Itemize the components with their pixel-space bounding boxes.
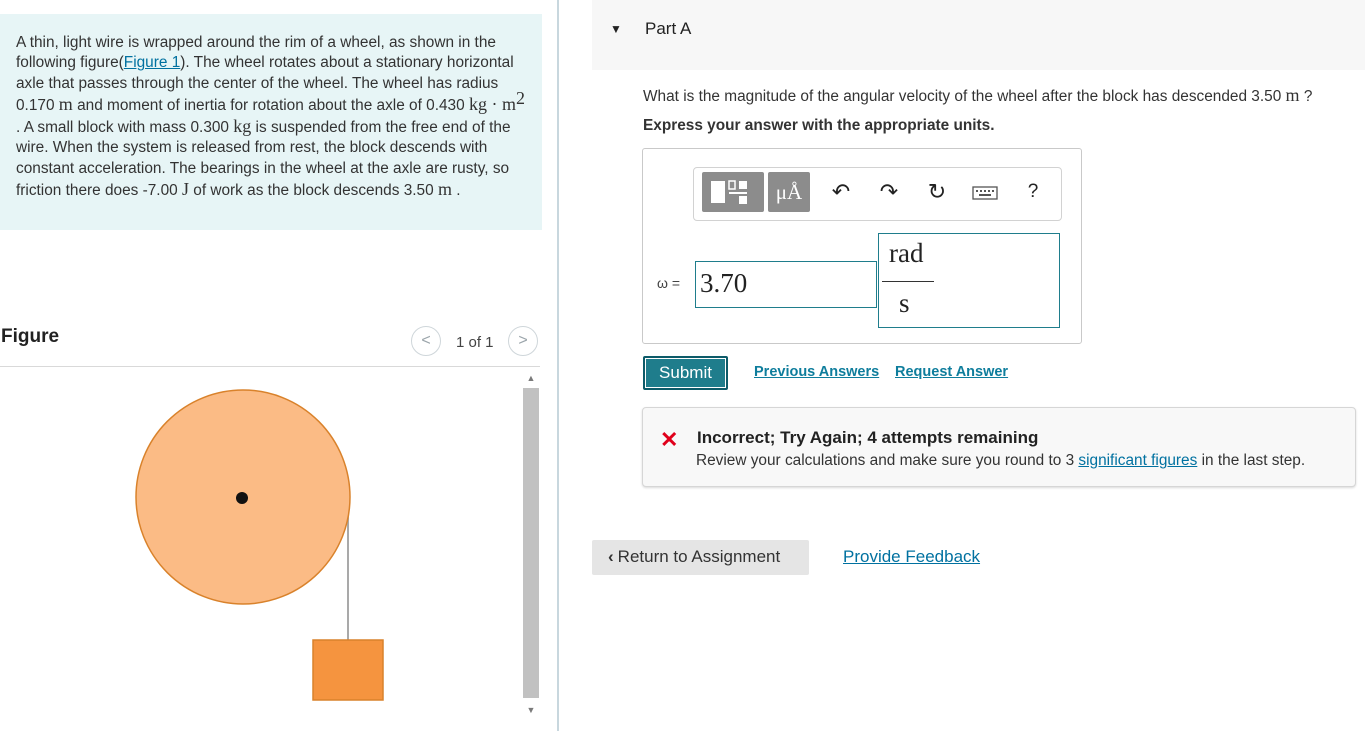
problem-text-segment: of work as the block descends 3.50: [188, 182, 438, 200]
wheel-figure: [135, 389, 384, 701]
chevron-left-icon: <: [421, 332, 431, 349]
unit-symbol: m: [58, 93, 73, 114]
part-title[interactable]: Part A: [645, 19, 691, 39]
axle: [236, 492, 248, 504]
figure-link[interactable]: Figure 1: [124, 54, 180, 71]
superscript: 2: [515, 87, 525, 108]
question-segment: ?: [1299, 88, 1313, 105]
pane-divider[interactable]: [557, 0, 559, 731]
feedback-title: Incorrect; Try Again; 4 attempts remaini…: [697, 428, 1039, 447]
question-segment: What is the magnitude of the angular vel…: [643, 88, 1286, 105]
answer-instructions: Express your answer with the appropriate…: [643, 117, 995, 134]
templates-button[interactable]: [702, 172, 764, 212]
unit-numerator: rad: [889, 238, 924, 268]
scrollbar-thumb[interactable]: [523, 388, 539, 698]
variable-label: ω =: [657, 275, 680, 291]
significant-figures-link[interactable]: significant figures: [1078, 452, 1197, 469]
figure-pager: 1 of 1: [456, 334, 494, 351]
fraction-bar: [882, 281, 934, 282]
keyboard-icon[interactable]: [970, 172, 1000, 212]
problem-text: A thin, light wire is wrapped around the…: [16, 33, 528, 201]
unit-denominator: s: [899, 288, 910, 318]
chevron-left-icon: ‹: [608, 547, 614, 566]
unit-symbol: J: [181, 179, 189, 200]
reset-icon[interactable]: ↻: [922, 172, 952, 212]
chevron-right-icon: >: [518, 332, 528, 349]
units-button[interactable]: μÅ: [768, 172, 810, 212]
problem-text-segment: and moment of inertia for rotation about…: [72, 96, 469, 114]
return-label: Return to Assignment: [617, 547, 781, 566]
problem-text-segment: . A small block with mass 0.300: [16, 119, 234, 137]
help-icon[interactable]: ?: [1018, 172, 1048, 212]
unit-symbol: kg · m: [468, 93, 516, 114]
question-text: What is the magnitude of the angular vel…: [643, 85, 1312, 106]
undo-icon[interactable]: ↶: [826, 172, 856, 212]
incorrect-icon: ✕: [660, 427, 679, 452]
templates-icon: [711, 180, 747, 204]
part-header[interactable]: [592, 0, 1365, 70]
collapse-caret-icon[interactable]: ▼: [610, 22, 622, 36]
scroll-up-arrow[interactable]: ▲: [523, 371, 539, 385]
provide-feedback-link[interactable]: Provide Feedback: [843, 547, 980, 567]
unit-symbol: m: [1285, 85, 1300, 105]
return-to-assignment-button[interactable]: ‹ Return to Assignment: [592, 540, 809, 575]
feedback-segment: in the last step.: [1197, 452, 1306, 469]
problem-text-segment: .: [451, 182, 461, 200]
unit-symbol: m: [437, 179, 452, 200]
figure-heading: Figure: [1, 326, 60, 347]
answer-value-input[interactable]: 3.70: [695, 261, 877, 308]
submit-button[interactable]: Submit: [643, 356, 728, 390]
scroll-down-arrow[interactable]: ▼: [523, 703, 539, 717]
previous-figure-button[interactable]: <: [411, 326, 441, 356]
hanging-block: [312, 639, 384, 701]
redo-icon[interactable]: ↷: [874, 172, 904, 212]
feedback-segment: Review your calculations and make sure y…: [696, 452, 1079, 469]
request-answer-link[interactable]: Request Answer: [895, 364, 1008, 380]
next-figure-button[interactable]: >: [508, 326, 538, 356]
unit-symbol: kg: [233, 116, 252, 137]
feedback-message: Review your calculations and make sure y…: [696, 452, 1305, 470]
previous-answers-link[interactable]: Previous Answers: [754, 364, 879, 380]
